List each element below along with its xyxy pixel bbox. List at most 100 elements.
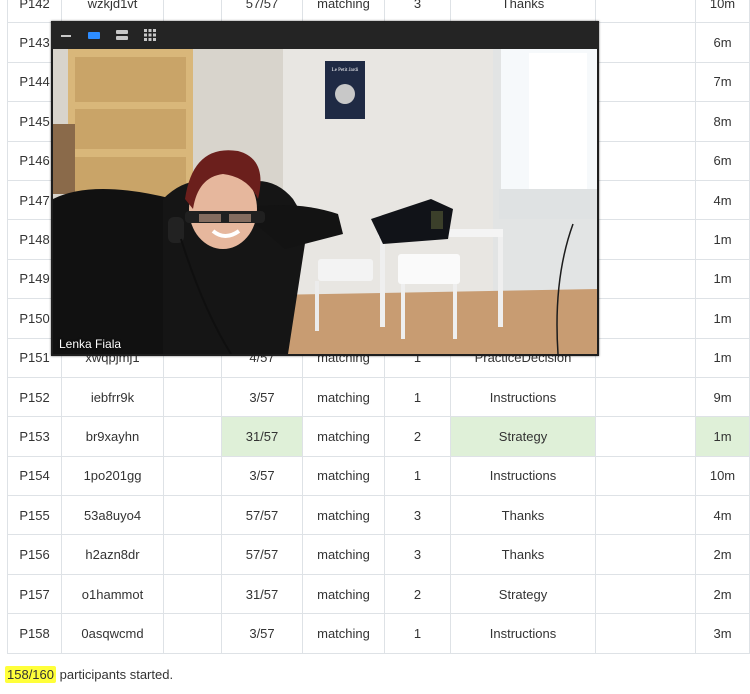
- table-row: P142 wzkjd1vt 57/57 matching 3 Thanks 10m: [7, 0, 750, 24]
- empty-cell: [595, 376, 696, 418]
- cell-id: P157: [7, 573, 62, 615]
- cell-page: Strategy: [450, 416, 596, 457]
- participants-summary: 158/160 participants started.: [5, 666, 174, 683]
- cell-time: 1m: [695, 219, 750, 260]
- empty-cell: [595, 573, 696, 615]
- cell-code: h2azn8dr: [61, 534, 164, 575]
- cell-code: 0asqwcmd: [61, 613, 164, 654]
- empty-cell: [595, 455, 696, 497]
- wall-poster: Le Petit Jardi: [325, 61, 365, 119]
- cell-id: P156: [7, 534, 62, 575]
- cell-time: 1m: [695, 258, 750, 300]
- cell-progress: 57/57: [221, 534, 303, 575]
- empty-cell: [163, 613, 222, 654]
- cell-progress: 31/57: [221, 573, 303, 615]
- cell-code: 53a8uyo4: [61, 495, 164, 536]
- cell-progress: 3/57: [221, 455, 303, 497]
- empty-cell: [595, 22, 696, 63]
- gallery-view-icon[interactable]: [141, 26, 159, 44]
- cell-time: 3m: [695, 613, 750, 654]
- cell-time: 1m: [695, 298, 750, 339]
- cell-id: P154: [7, 455, 62, 497]
- empty-cell: [595, 298, 696, 339]
- cell-mode: matching: [302, 495, 385, 536]
- table-row: P156 h2azn8dr 57/57 matching 3 Thanks 2m: [7, 534, 750, 575]
- empty-cell: [163, 0, 222, 24]
- empty-cell: [595, 416, 696, 457]
- empty-cell: [595, 61, 696, 103]
- cell-mode: matching: [302, 455, 385, 497]
- cell-progress: 31/57: [221, 416, 303, 457]
- cell-page: Thanks: [450, 534, 596, 575]
- cell-page: Instructions: [450, 376, 596, 418]
- cell-mode: matching: [302, 416, 385, 457]
- empty-cell: [595, 534, 696, 575]
- cell-time: 4m: [695, 179, 750, 221]
- cell-id: P153: [7, 416, 62, 457]
- cell-id: P152: [7, 376, 62, 418]
- cell-round: 1: [384, 455, 451, 497]
- cell-id: P155: [7, 495, 62, 536]
- cell-code: wzkjd1vt: [61, 0, 164, 24]
- cell-page: Instructions: [450, 613, 596, 654]
- cell-time: 4m: [695, 495, 750, 536]
- cell-round: 1: [384, 613, 451, 654]
- table-row: P157 o1hammot 31/57 matching 2 Strategy 2m: [7, 573, 750, 615]
- cell-id: P158: [7, 613, 62, 654]
- side-by-side-icon[interactable]: [113, 26, 131, 44]
- cell-progress: 57/57: [221, 495, 303, 536]
- cell-mode: matching: [302, 573, 385, 615]
- table-row: P153 br9xayhn 31/57 matching 2 Strategy 1m: [7, 416, 750, 457]
- empty-cell: [595, 101, 696, 142]
- empty-cell: [595, 140, 696, 181]
- cell-time: 10m: [695, 455, 750, 497]
- cell-page: Thanks: [450, 0, 596, 24]
- empty-cell: [163, 573, 222, 615]
- empty-cell: [595, 337, 696, 378]
- cell-round: 3: [384, 0, 451, 24]
- participant-name: Lenka Fiala: [59, 337, 122, 351]
- cell-round: 3: [384, 495, 451, 536]
- cell-code: o1hammot: [61, 573, 164, 615]
- poster-text: Le Petit Jardi: [332, 68, 359, 73]
- cell-round: 3: [384, 534, 451, 575]
- minimize-icon[interactable]: [57, 26, 75, 44]
- empty-cell: [163, 416, 222, 457]
- empty-cell: [595, 258, 696, 300]
- empty-cell: [595, 0, 696, 24]
- cell-time: 1m: [695, 337, 750, 378]
- cell-time: 7m: [695, 61, 750, 103]
- cell-time: 6m: [695, 22, 750, 63]
- cell-time: 10m: [695, 0, 750, 24]
- cell-page: Strategy: [450, 573, 596, 615]
- table-row: P158 0asqwcmd 3/57 matching 1 Instructions 3m: [7, 613, 750, 654]
- cell-mode: matching: [302, 613, 385, 654]
- empty-cell: [163, 376, 222, 418]
- participants-summary-text: participants started.: [56, 667, 174, 682]
- cell-progress: 3/57: [221, 376, 303, 418]
- cell-mode: matching: [302, 376, 385, 418]
- cell-time: 9m: [695, 376, 750, 418]
- video-toolbar: [51, 21, 599, 49]
- cell-time: 2m: [695, 534, 750, 575]
- empty-cell: [163, 455, 222, 497]
- video-call-window[interactable]: Le Petit Jardi Lenka Fiala: [51, 21, 599, 356]
- cell-progress: 3/57: [221, 613, 303, 654]
- empty-cell: [595, 219, 696, 260]
- cell-round: 1: [384, 376, 451, 418]
- table-row: P152 iebfrr9k 3/57 matching 1 Instructions 9m: [7, 376, 750, 418]
- cell-time: 8m: [695, 101, 750, 142]
- table-row: P155 53a8uyo4 57/57 matching 3 Thanks 4m: [7, 495, 750, 536]
- empty-cell: [163, 534, 222, 575]
- empty-cell: [595, 495, 696, 536]
- cell-code: iebfrr9k: [61, 376, 164, 418]
- cell-page: Instructions: [450, 455, 596, 497]
- cell-time: 1m: [695, 416, 750, 457]
- cell-mode: matching: [302, 534, 385, 575]
- speaker-view-icon[interactable]: [85, 26, 103, 44]
- cell-round: 2: [384, 573, 451, 615]
- empty-cell: [595, 179, 696, 221]
- cell-code: br9xayhn: [61, 416, 164, 457]
- empty-cell: [163, 495, 222, 536]
- cell-page: Thanks: [450, 495, 596, 536]
